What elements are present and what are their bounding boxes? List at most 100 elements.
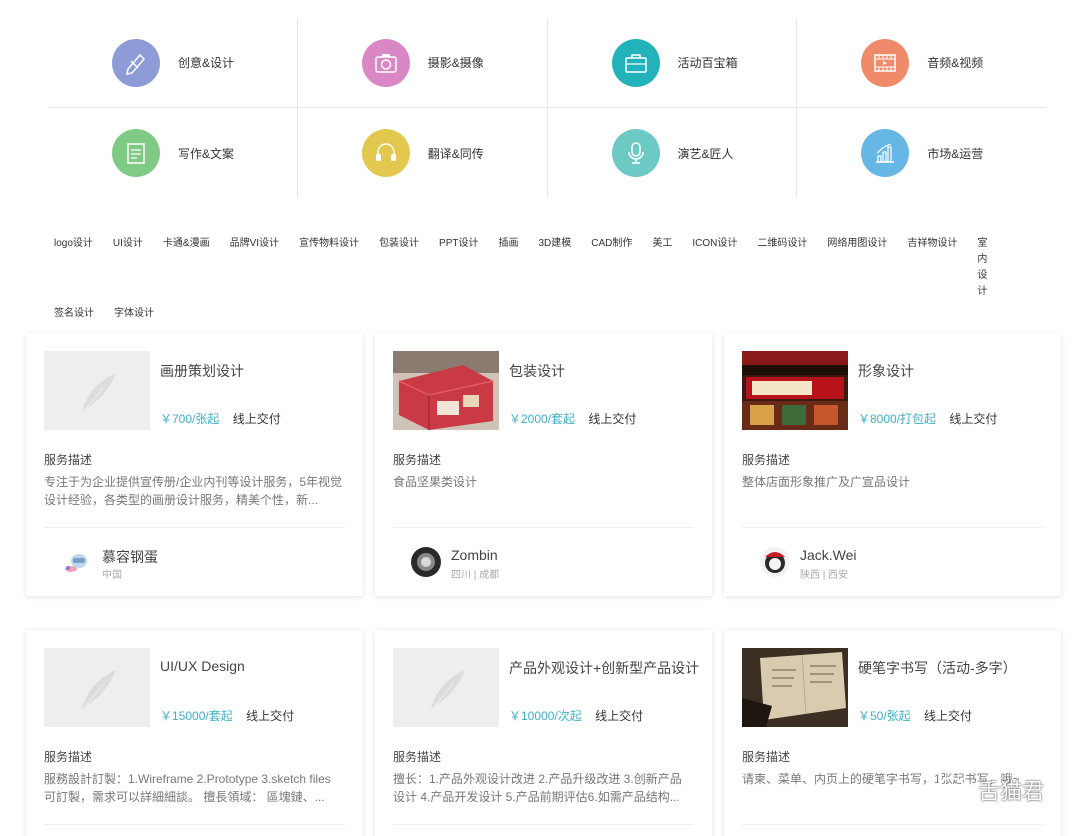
tag-link[interactable]: 字体设计 [114, 306, 154, 322]
card-thumbnail[interactable] [44, 351, 150, 430]
category-label: 写作&文案 [178, 145, 234, 162]
headset-icon [362, 129, 410, 177]
bar-chart-icon [861, 129, 909, 177]
tag-link[interactable]: 包装设计 [379, 236, 419, 300]
tag-link[interactable]: 3D建模 [538, 236, 571, 300]
desc-label: 服务描述 [393, 748, 441, 765]
tag-link[interactable]: UI设计 [113, 236, 143, 300]
card-title[interactable]: 产品外观设计+创新型产品设计 [509, 658, 699, 678]
card-title[interactable]: 硬笔字书写（活动-多字） [858, 658, 1017, 678]
tag-link[interactable]: logo设计 [54, 236, 93, 300]
card-divider [44, 824, 345, 825]
delivery-method: 线上交付 [588, 412, 636, 426]
card-price: ￥8000/打包起 [858, 412, 936, 426]
price-row: ￥8000/打包起 线上交付 [858, 410, 997, 427]
category-marketing[interactable]: 市场&运营 [797, 108, 1046, 198]
desc-label: 服务描述 [44, 451, 92, 468]
tag-link[interactable]: 宣传物料设计 [299, 236, 359, 300]
user-location: 四川 | 成都 [451, 566, 499, 581]
avatar[interactable] [760, 547, 790, 577]
tag-link[interactable]: PPT设计 [439, 236, 478, 300]
card-description: 专注于为企业提供宣传册/企业内刊等设计服务，5年视觉设计经验，各类型的画册设计服… [44, 473, 344, 509]
watermark: 舌猫君 [936, 774, 1044, 806]
tag-link[interactable]: 网络用图设计 [827, 236, 887, 300]
card-divider [742, 527, 1043, 528]
card-price: ￥2000/套起 [509, 412, 575, 426]
note-icon [112, 129, 160, 177]
card-thumbnail[interactable] [742, 648, 848, 727]
price-row: ￥10000/次起 线上交付 [509, 707, 643, 724]
card-thumbnail[interactable] [44, 648, 150, 727]
user-location: 陕西 | 西安 [800, 566, 848, 581]
service-card[interactable]: UI/UX Design ￥15000/套起 线上交付 服务描述 服務設計訂製：… [26, 630, 363, 836]
tag-link[interactable]: CAD制作 [591, 236, 632, 300]
category-label: 音频&视频 [927, 54, 983, 71]
service-card[interactable]: 画册策划设计 ￥700/张起 线上交付 服务描述 专注于为企业提供宣传册/企业内… [26, 333, 363, 596]
category-row: 创意&设计 摄影&摄像 活动百宝箱 音频&视频 [48, 18, 1046, 108]
delivery-method: 线上交付 [924, 709, 972, 723]
card-title[interactable]: 形象设计 [858, 361, 914, 381]
username[interactable]: Jack.Wei [800, 547, 857, 563]
card-description: 擅长：1.产品外观设计改进 2.产品升级改进 3.创新产品设计 4.产品开发设计… [393, 770, 693, 806]
card-description: 服務設計訂製：1.Wireframe 2.Prototype 3.sketch … [44, 770, 344, 806]
desc-label: 服务描述 [742, 748, 790, 765]
category-performing-crafts[interactable]: 演艺&匠人 [548, 108, 798, 198]
card-thumbnail[interactable] [393, 648, 499, 727]
category-audio-video[interactable]: 音频&视频 [797, 18, 1046, 107]
category-label: 创意&设计 [178, 54, 234, 71]
wechat-icon [936, 775, 974, 805]
category-photography[interactable]: 摄影&摄像 [298, 18, 548, 107]
desc-label: 服务描述 [393, 451, 441, 468]
tag-link[interactable]: 插画 [498, 236, 518, 300]
category-event-toolbox[interactable]: 活动百宝箱 [548, 18, 798, 107]
delivery-method: 线上交付 [949, 412, 997, 426]
delivery-method: 线上交付 [233, 412, 281, 426]
card-divider [393, 824, 694, 825]
price-row: ￥15000/套起 线上交付 [160, 707, 294, 724]
category-translation[interactable]: 翻译&同传 [298, 108, 548, 198]
username[interactable]: 慕容钢蛋 [102, 547, 158, 567]
tag-list: logo设计 UI设计 卡通&漫画 品牌VI设计 宣传物料设计 包装设计 PPT… [54, 236, 1044, 322]
card-thumbnail[interactable] [393, 351, 499, 430]
pen-ruler-icon [112, 39, 160, 87]
card-price: ￥10000/次起 [509, 709, 582, 723]
tag-link[interactable]: ICON设计 [692, 236, 737, 300]
tag-link[interactable]: 品牌VI设计 [230, 236, 279, 300]
category-label: 活动百宝箱 [678, 54, 738, 71]
watermark-text: 舌猫君 [978, 774, 1044, 806]
card-title[interactable]: UI/UX Design [160, 658, 245, 674]
card-description: 整体店面形象推广及广宣品设计 [742, 473, 1042, 491]
delivery-method: 线上交付 [595, 709, 643, 723]
card-thumbnail[interactable] [742, 351, 848, 430]
username[interactable]: Zombin [451, 547, 498, 563]
toolbox-icon [612, 39, 660, 87]
card-title[interactable]: 画册策划设计 [160, 361, 244, 381]
card-title[interactable]: 包装设计 [509, 361, 565, 381]
tag-link[interactable]: 美工 [652, 236, 672, 300]
category-creative-design[interactable]: 创意&设计 [48, 18, 298, 107]
tag-link[interactable]: 签名设计 [54, 306, 94, 322]
category-label: 市场&运营 [927, 145, 983, 162]
avatar[interactable] [62, 547, 92, 577]
price-row: ￥50/张起 线上交付 [858, 707, 972, 724]
service-card[interactable]: 包装设计 ￥2000/套起 线上交付 服务描述 食品坚果类设计 Zombin 四… [375, 333, 712, 596]
avatar[interactable] [411, 547, 441, 577]
tag-link[interactable]: 吉祥物设计 [907, 236, 957, 300]
category-label: 演艺&匠人 [678, 145, 734, 162]
microphone-icon [612, 129, 660, 177]
user-location: 中国 [102, 566, 122, 581]
service-card[interactable]: 形象设计 ￥8000/打包起 线上交付 服务描述 整体店面形象推广及广宣品设计 … [724, 333, 1061, 596]
tag-link[interactable]: 二维码设计 [757, 236, 807, 300]
card-divider [742, 824, 1043, 825]
card-divider [44, 527, 345, 528]
category-grid: 创意&设计 摄影&摄像 活动百宝箱 音频&视频 写作&文案 [48, 18, 1046, 198]
price-row: ￥700/张起 线上交付 [160, 410, 281, 427]
service-card[interactable]: 产品外观设计+创新型产品设计 ￥10000/次起 线上交付 服务描述 擅长：1.… [375, 630, 712, 836]
card-price: ￥15000/套起 [160, 709, 233, 723]
tag-link[interactable]: 室内设计 [977, 236, 987, 300]
category-writing[interactable]: 写作&文案 [48, 108, 298, 198]
category-label: 翻译&同传 [428, 145, 484, 162]
desc-label: 服务描述 [742, 451, 790, 468]
tag-link[interactable]: 卡通&漫画 [163, 236, 210, 300]
card-price: ￥50/张起 [858, 709, 911, 723]
